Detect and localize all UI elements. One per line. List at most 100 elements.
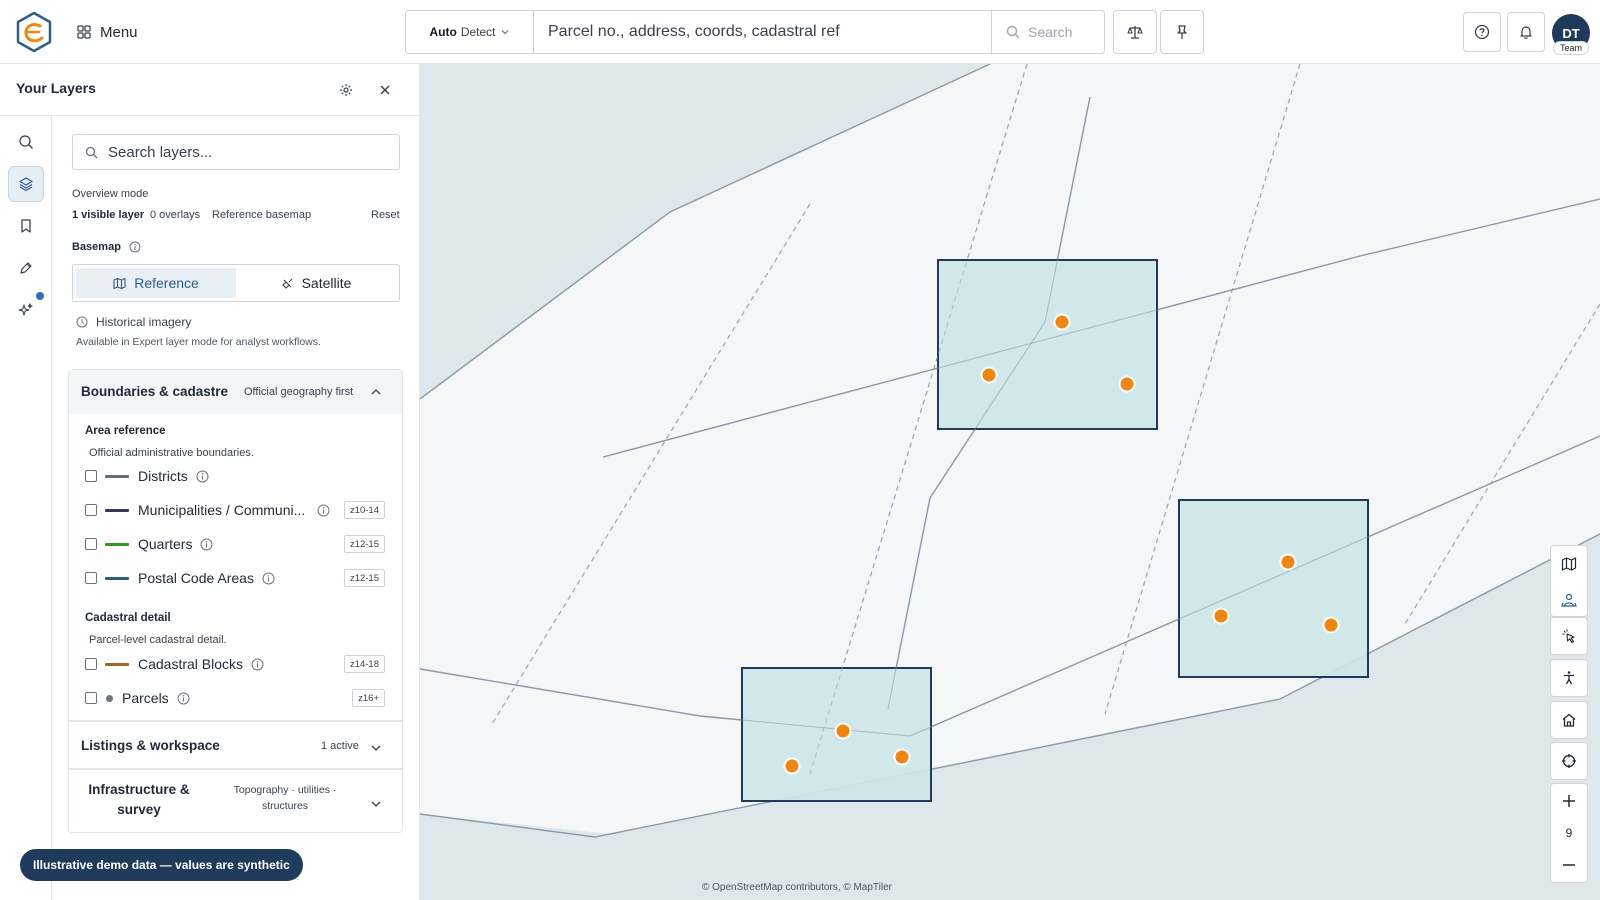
rail-search[interactable] — [8, 124, 44, 160]
rail-draw[interactable] — [8, 250, 44, 286]
group-subtitle: Topography · utilities · structures — [233, 784, 337, 812]
map-icon — [113, 277, 126, 289]
rail-layers[interactable] — [8, 166, 44, 202]
cadastral-detail-title: Cadastral detail — [85, 612, 171, 624]
basemap-label: Basemap — [72, 241, 141, 253]
basemap-reference-label: Reference — [134, 275, 199, 291]
layer-row-postal-codes[interactable]: Postal Code Areas z12-15 — [85, 567, 385, 589]
crosshair-icon — [1562, 754, 1576, 768]
layers-panel: Your Layers Search layers... Overview mo… — [0, 64, 420, 900]
historical-title: Historical imagery — [96, 315, 192, 329]
layer-row-municipalities[interactable]: Municipalities / Communi... z10-14 — [85, 499, 385, 521]
minus-icon — [1563, 864, 1575, 866]
chevron-down-icon — [501, 30, 508, 35]
detect-dropdown[interactable]: Auto Detect — [406, 11, 534, 53]
group-infrastructure-survey[interactable]: Infrastructure & survey Topography · uti… — [68, 769, 403, 833]
zoom-range-badge: z12-15 — [343, 569, 385, 587]
street-view-button[interactable] — [1551, 582, 1587, 618]
detect-prefix: Auto — [429, 25, 457, 39]
group-title: Infrastructure & survey — [88, 782, 190, 817]
historical-note: Available in Expert layer mode for analy… — [76, 336, 321, 348]
info-icon[interactable] — [196, 470, 209, 483]
group-listings-workspace[interactable]: Listings & workspace 1 active — [68, 721, 403, 769]
info-icon[interactable] — [262, 572, 275, 585]
logo-icon — [16, 11, 52, 53]
layer-checkbox[interactable] — [85, 538, 97, 550]
group-header-boundaries[interactable]: Boundaries & cadastre Official geography… — [69, 370, 402, 414]
home-icon — [1562, 713, 1576, 727]
pin-button[interactable] — [1160, 10, 1204, 54]
layer-name: Quarters — [138, 536, 193, 552]
home-button[interactable] — [1550, 701, 1588, 739]
search-input[interactable]: Parcel no., address, coords, cadastral r… — [534, 11, 991, 53]
water-area-bottom — [420, 534, 1600, 900]
line-swatch — [105, 542, 129, 546]
layer-checkbox[interactable] — [85, 504, 97, 516]
layer-row-quarters[interactable]: Quarters z12-15 — [85, 533, 385, 555]
map-style-button[interactable] — [1551, 546, 1587, 582]
layer-checkbox[interactable] — [85, 692, 97, 704]
basemap-status: Reference basemap — [212, 209, 312, 221]
zoom-in-button[interactable] — [1551, 786, 1587, 816]
basemap-satellite-label: Satellite — [301, 275, 352, 291]
search-icon — [19, 135, 33, 149]
menu-button[interactable]: Menu — [76, 18, 138, 46]
search-icon — [1006, 25, 1020, 39]
left-rail — [0, 116, 52, 900]
overview-mode-label: Overview mode — [72, 188, 149, 200]
close-icon — [380, 85, 390, 95]
accessibility-icon — [1564, 671, 1574, 685]
reset-button[interactable]: Reset — [371, 209, 400, 221]
panel-settings-button[interactable] — [336, 80, 356, 100]
layer-checkbox[interactable] — [85, 658, 97, 670]
info-icon[interactable] — [317, 504, 330, 517]
select-tool-button[interactable] — [1550, 617, 1588, 655]
bookmark-icon — [21, 219, 31, 233]
notifications-button[interactable] — [1507, 12, 1545, 52]
scale-icon — [1127, 26, 1143, 39]
listing-marker — [1118, 375, 1136, 393]
search-button[interactable]: Search — [991, 11, 1104, 53]
info-icon[interactable] — [129, 241, 141, 253]
group-title: Listings & workspace — [81, 738, 220, 753]
rail-bookmarks[interactable] — [8, 208, 44, 244]
menu-label: Menu — [100, 23, 138, 41]
info-icon[interactable] — [177, 692, 190, 705]
basemap-reference-option[interactable]: Reference — [76, 268, 236, 298]
app-logo[interactable] — [12, 10, 56, 54]
map-canvas[interactable]: © OpenStreetMap contributors, © MapTiler — [420, 64, 1600, 900]
group-subtitle: Official geography first — [244, 386, 354, 398]
help-button[interactable] — [1463, 12, 1501, 52]
zoom-out-button[interactable] — [1551, 850, 1587, 880]
search-button-label: Search — [1028, 24, 1073, 40]
layer-checkbox[interactable] — [85, 470, 97, 482]
listing-marker — [834, 722, 852, 740]
info-icon[interactable] — [200, 538, 213, 551]
panel-close-button[interactable] — [375, 80, 395, 100]
map-icon — [1561, 557, 1577, 571]
panel-header: Your Layers — [0, 64, 419, 116]
zoom-range-badge: z14-18 — [343, 655, 385, 673]
layer-row-parcels[interactable]: Parcels z16+ — [85, 687, 385, 709]
layer-search-input[interactable]: Search layers... — [72, 134, 400, 170]
basemap-satellite-option[interactable]: Satellite — [236, 268, 396, 298]
compare-button[interactable] — [1113, 10, 1157, 54]
layer-checkbox[interactable] — [85, 572, 97, 584]
map-attribution[interactable]: © OpenStreetMap contributors, © MapTiler — [702, 882, 892, 893]
accessibility-button[interactable] — [1550, 659, 1588, 697]
line-swatch — [105, 576, 129, 580]
area-reference-title: Area reference — [85, 425, 166, 437]
notification-dot — [36, 292, 44, 300]
historical-imagery: Historical imagery — [76, 315, 191, 329]
sparkle-icon — [18, 303, 33, 316]
locate-button[interactable] — [1550, 742, 1588, 780]
listing-marker — [1279, 553, 1297, 571]
layer-row-districts[interactable]: Districts — [85, 465, 385, 487]
layer-row-cadastral-blocks[interactable]: Cadastral Blocks z14-18 — [85, 653, 385, 675]
team-tag: Team — [1553, 41, 1589, 55]
parcel-polygon — [937, 259, 1158, 430]
zoom-level: 9 — [1565, 826, 1573, 840]
info-icon[interactable] — [251, 658, 264, 671]
layers-icon — [19, 177, 33, 192]
pin-icon — [1177, 25, 1187, 39]
